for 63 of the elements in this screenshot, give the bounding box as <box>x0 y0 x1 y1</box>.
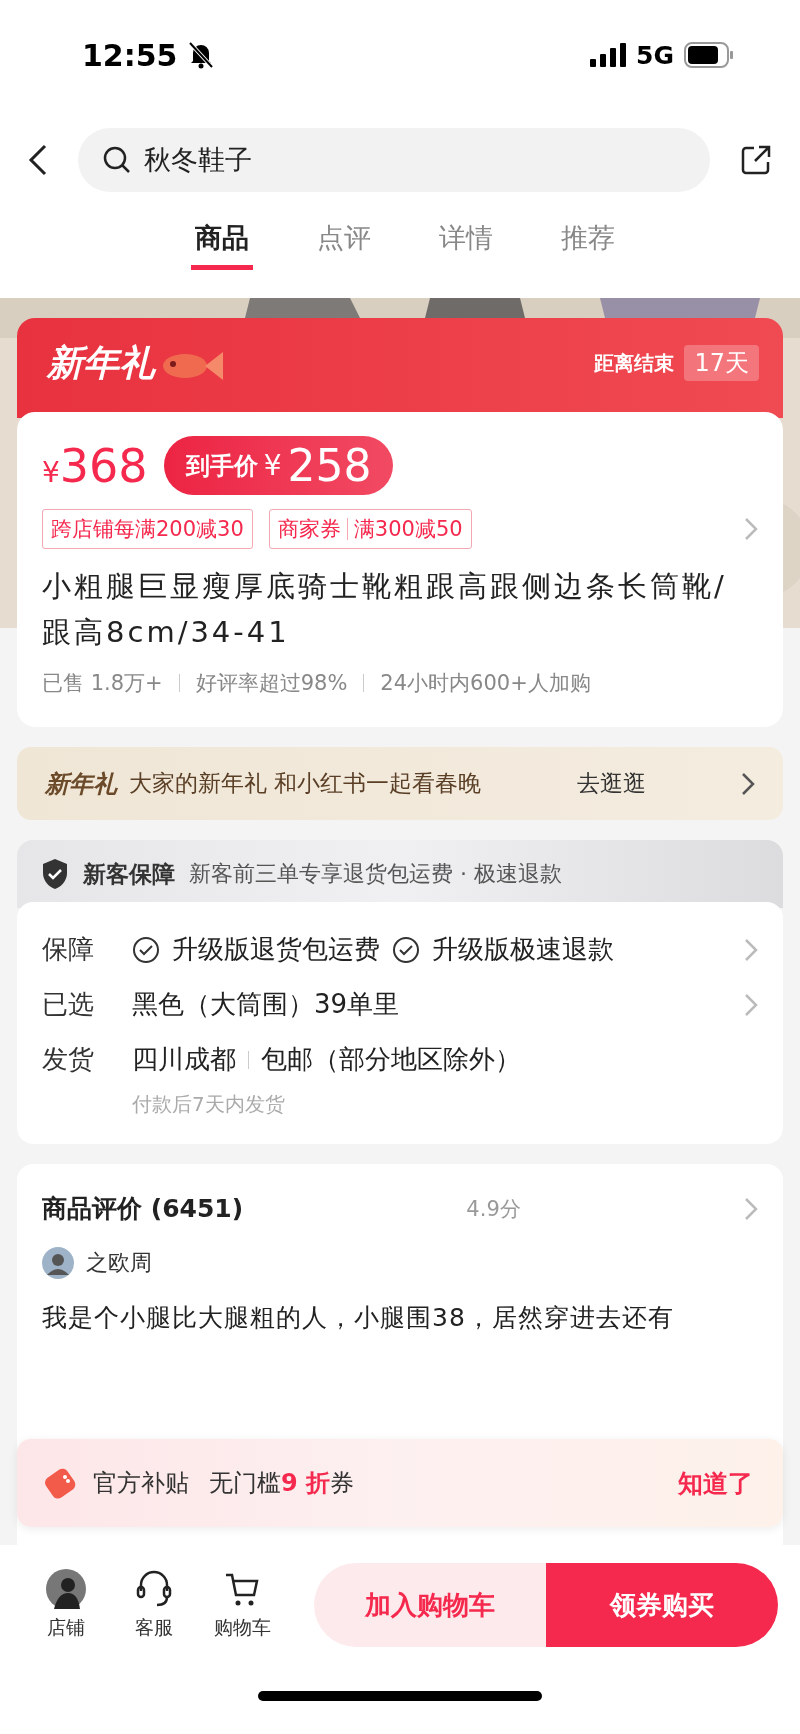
toast-text: 无门槛9 折券 <box>209 1468 355 1499</box>
detail-label: 保障 <box>42 933 95 966</box>
chevron-right-icon <box>744 517 758 541</box>
search-field[interactable]: 秋冬鞋子 <box>78 128 710 192</box>
promo-title: 新年礼 <box>47 340 155 385</box>
tab[interactable]: 商品 <box>191 210 253 270</box>
toast-label: 官方补贴 <box>93 1468 189 1499</box>
toolbar-item[interactable]: 客服 <box>110 1569 198 1641</box>
dismiss-button[interactable]: 知道了 <box>672 1465 759 1501</box>
tab[interactable]: 详情 <box>435 210 497 270</box>
search-query: 秋冬鞋子 <box>144 143 252 177</box>
coupon-tag[interactable]: 商家券 满300减50 <box>268 509 472 549</box>
detail-value: 黑色（大筒围）39单里 <box>132 988 400 1021</box>
reviews-title: 商品评价 (6451) <box>42 1193 244 1225</box>
shop-avatar-icon <box>46 1569 86 1609</box>
countdown-badge: 17天 <box>684 345 759 381</box>
campaign-link[interactable]: 去逛逛 <box>576 768 646 799</box>
review-score: 4.9分 <box>466 1195 521 1223</box>
original-price: ¥368 <box>42 438 148 493</box>
shipping-note: 付款后7天内发货 <box>132 1091 286 1118</box>
detail-value: 升级版退货包运费 <box>172 933 380 966</box>
detail-value: 升级版极速退款 <box>432 933 614 966</box>
network-label: 5G <box>636 40 674 70</box>
tab[interactable]: 推荐 <box>557 210 619 270</box>
bell-off-icon <box>187 41 214 69</box>
guarantee-title: 新客保障 <box>83 859 175 889</box>
buy-button[interactable]: 领券购买 <box>546 1563 778 1647</box>
sales-stat: 24小时内600+人加购 <box>380 670 591 697</box>
shield-check-icon <box>41 858 69 890</box>
chevron-right-icon <box>744 1196 758 1221</box>
status-time: 12:55 <box>82 37 178 73</box>
final-price-badge: 到手价 ¥258 <box>163 436 394 495</box>
user-avatar-icon <box>42 1247 74 1279</box>
back-icon[interactable] <box>28 144 48 176</box>
signal-icon <box>590 43 627 67</box>
campaign-banner[interactable]: 新年礼 大家的新年礼 和小红书一起看春晚 去逛逛 <box>17 747 783 820</box>
product-title: 小粗腿巨显瘦厚底骑士靴粗跟高跟侧边条长筒靴/跟高8cm/34-41 <box>42 568 728 651</box>
detail-label: 已选 <box>42 988 95 1021</box>
countdown-label: 距离结束 <box>594 349 675 377</box>
detail-value: 包邮（部分地区除外） <box>261 1043 521 1076</box>
chevron-right-icon <box>744 937 758 962</box>
campaign-text: 大家的新年礼 和小红书一起看春晚 <box>129 769 482 798</box>
headset-icon <box>136 1569 172 1609</box>
detail-label: 发货 <box>42 1043 95 1076</box>
review-text: 我是个小腿比大腿粗的人，小腿围38，居然穿进去还有 <box>42 1302 675 1334</box>
toolbar-item[interactable]: 店铺 <box>22 1569 110 1641</box>
share-icon[interactable] <box>740 144 772 176</box>
check-circle-icon <box>132 935 160 964</box>
chevron-right-icon <box>741 771 755 796</box>
check-circle-icon <box>392 935 420 964</box>
guarantee-text: 新客前三单专享退货包运费 · 极速退款 <box>189 860 562 888</box>
campaign-tag: 新年礼 <box>45 767 117 800</box>
sales-stat: 好评率超过98% <box>195 670 348 697</box>
chevron-right-icon <box>744 992 758 1017</box>
toolbar-item[interactable]: 购物车 <box>198 1569 286 1641</box>
tab[interactable]: 点评 <box>313 210 375 270</box>
battery-icon <box>684 42 734 68</box>
coupon-tag[interactable]: 跨店铺每满200减30 <box>42 509 253 549</box>
add-to-cart-button[interactable]: 加入购物车 <box>314 1563 546 1647</box>
detail-value: 四川成都 <box>132 1043 236 1076</box>
sales-stat: 已售 1.8万+ <box>42 670 163 697</box>
search-icon <box>102 145 132 175</box>
reviewer-name: 之欧周 <box>86 1249 152 1277</box>
